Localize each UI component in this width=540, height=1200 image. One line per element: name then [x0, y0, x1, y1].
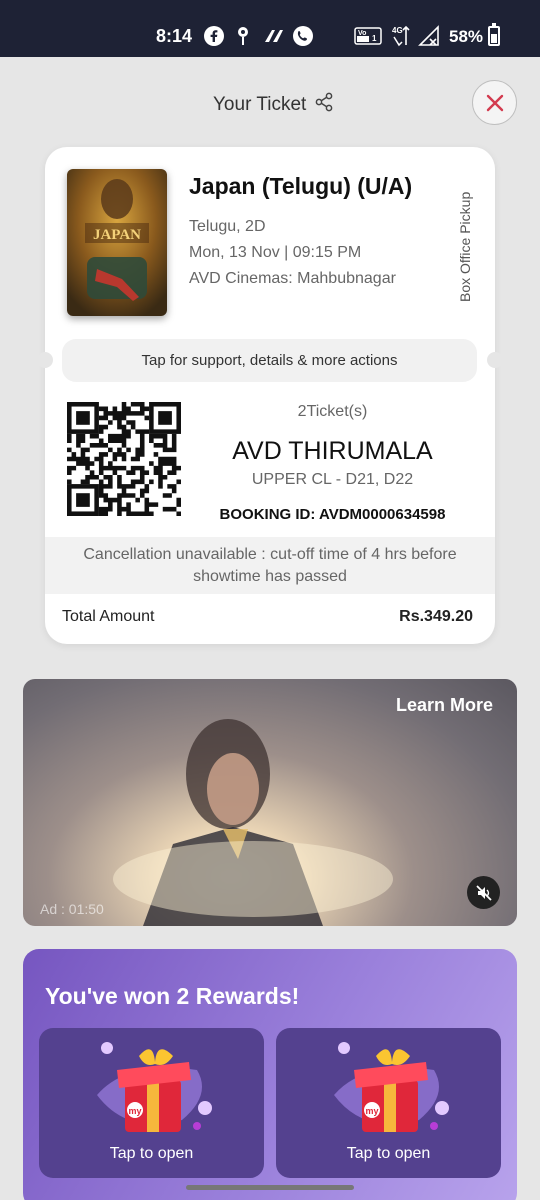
share-icon[interactable] [314, 92, 334, 118]
svg-text:4G: 4G [392, 26, 403, 35]
gift-icon: my [97, 1042, 212, 1132]
total-amount-value: Rs.349.20 [399, 608, 473, 625]
poster-title: JAPAN [93, 227, 141, 243]
page-title-text: Your Ticket [213, 94, 307, 115]
svg-text:Vo: Vo [358, 30, 366, 37]
booking-qr-code [66, 401, 182, 518]
qr-finder-3 [66, 484, 99, 517]
movie-title: Japan (Telugu) (U/A) [189, 173, 413, 199]
svg-text:1: 1 [372, 34, 377, 43]
movie-language-format: Telugu, 2D [189, 218, 266, 235]
reward-card-2-label: Tap to open [346, 1145, 431, 1162]
no-signal-icon [418, 25, 440, 46]
reward-card-1[interactable]: my Tap to open [39, 1028, 264, 1178]
support-actions-button[interactable]: Tap for support, details & more actions [62, 339, 477, 382]
page-title: Your Ticket [213, 92, 334, 118]
movie-poster[interactable]: JAPAN [67, 169, 167, 316]
total-amount-label: Total Amount [62, 608, 155, 625]
whatsapp-call-icon [292, 26, 314, 46]
ticket-notch-left [37, 352, 53, 368]
svg-text:my: my [365, 1106, 378, 1116]
home-indicator[interactable] [186, 1185, 354, 1190]
qr-finder-1 [66, 401, 99, 434]
mute-button[interactable] [467, 876, 500, 909]
video-ad[interactable]: Learn More Ad : 01:50 [23, 679, 517, 926]
booking-id: BOOKING ID: AVDM0000634598 [219, 506, 446, 523]
status-bar: 8:14 Vo 1 4G 58% [0, 0, 540, 57]
learn-more-link[interactable]: Learn More [396, 695, 493, 716]
reward-card-2[interactable]: my Tap to open [276, 1028, 501, 1178]
battery-percent: 58% [449, 27, 484, 46]
location-icon [236, 26, 250, 46]
ad-timer: Ad : 01:50 [40, 901, 104, 917]
cancellation-line-2: showtime has passed [193, 567, 347, 585]
ticket-count: 2Ticket(s) [297, 403, 368, 420]
rewards-title: You've won 2 Rewards! [45, 983, 300, 1009]
phonepe-icon [262, 26, 286, 46]
ticket-notch-right [487, 352, 503, 368]
show-datetime: Mon, 13 Nov | 09:15 PM [189, 244, 362, 261]
ad-artwork [113, 719, 393, 926]
svg-text:my: my [128, 1106, 141, 1116]
rewards-section: You've won 2 Rewards! my Tap to open my … [23, 949, 517, 1200]
reward-card-1-label: Tap to open [109, 1145, 194, 1162]
close-icon [486, 94, 503, 111]
mute-icon [475, 884, 492, 901]
screen-name: AVD THIRUMALA [232, 437, 433, 465]
close-button[interactable] [472, 80, 517, 125]
cancellation-line-1: Cancellation unavailable : cut-off time … [83, 545, 457, 563]
gift-icon: my [334, 1042, 449, 1132]
seat-numbers: UPPER CL - D21, D22 [251, 471, 414, 488]
status-time: 8:14 [156, 26, 193, 46]
facebook-icon [204, 26, 224, 46]
ticket-card: JAPAN Japan (Telugu) (U/A) Telugu, 2D Mo… [37, 147, 503, 644]
battery-icon [488, 23, 500, 46]
4g-signal-icon: 4G [390, 25, 414, 47]
volte-icon: Vo 1 [354, 26, 382, 46]
qr-finder-2 [149, 401, 182, 434]
venue-name: AVD Cinemas: Mahbubnagar [189, 270, 396, 287]
cancellation-notice: Cancellation unavailable : cut-off time … [45, 537, 495, 594]
